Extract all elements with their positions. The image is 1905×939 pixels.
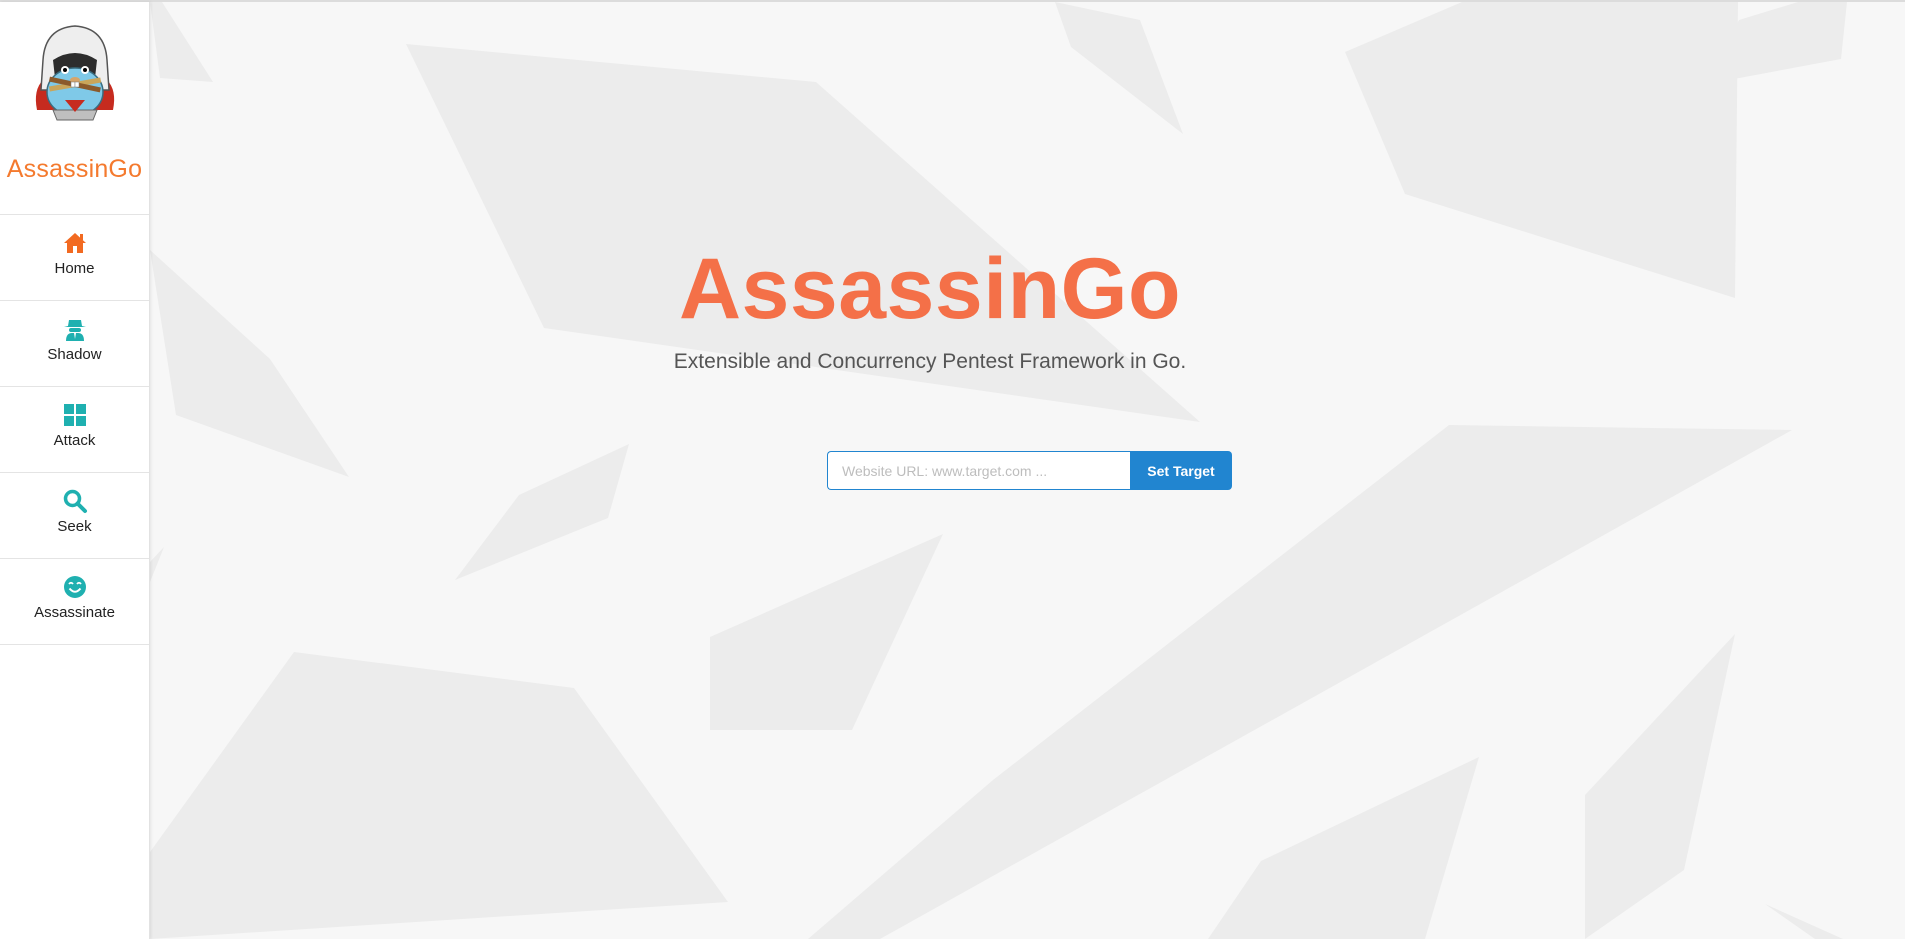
sidebar-item-label: Shadow: [47, 346, 102, 363]
grid-icon: [63, 404, 86, 426]
sidebar-item-assassinate[interactable]: Assassinate: [0, 574, 149, 645]
sidebar-header: AssassinGo: [0, 20, 149, 215]
hero-subtitle: Extensible and Concurrency Pentest Frame…: [673, 350, 1187, 373]
sidebar-item-label: Seek: [57, 518, 92, 535]
assassin-gopher-logo: [35, 25, 114, 121]
set-target-button[interactable]: Set Target: [1130, 451, 1232, 490]
target-form: Set Target: [827, 451, 1232, 490]
sidebar-brand[interactable]: AssassinGo: [0, 155, 149, 184]
website-url-input[interactable]: [827, 451, 1130, 490]
sidebar-item-label: Home: [54, 260, 95, 277]
hero-title: AssassinGo: [678, 241, 1182, 337]
sidebar-item-seek[interactable]: Seek: [0, 488, 149, 559]
sidebar-item-label: Assassinate: [34, 604, 115, 621]
sidebar-item-home[interactable]: Home: [0, 230, 149, 301]
search-icon: [63, 489, 87, 513]
main-content: AssassinGo Extensible and Concurrency Pe…: [150, 2, 1905, 939]
smile-icon: [63, 576, 86, 598]
sidebar-item-shadow[interactable]: Shadow: [0, 316, 149, 387]
app-window: AssassinGo Home Shadow Attack Seek Assas…: [0, 0, 1905, 939]
sidebar-item-label: Attack: [53, 432, 96, 449]
spy-icon: [63, 320, 86, 341]
sidebar-item-attack[interactable]: Attack: [0, 402, 149, 473]
sidebar: AssassinGo Home Shadow Attack Seek Assas…: [0, 2, 150, 939]
home-icon: [63, 233, 86, 253]
